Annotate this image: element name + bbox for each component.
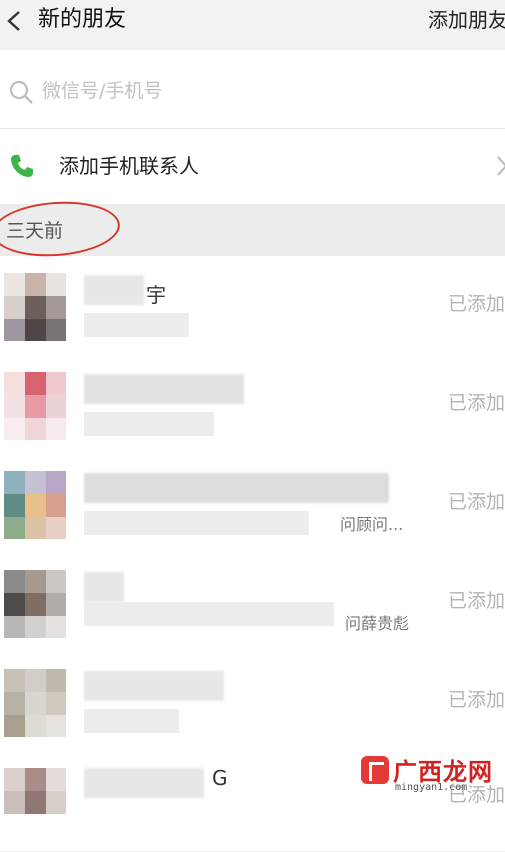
chevron-right-icon — [497, 156, 505, 176]
name-fragment: 宇 — [146, 283, 166, 307]
subtitle-fragment: 问薛贵彪 — [345, 614, 410, 633]
name-blur — [84, 473, 389, 503]
status-added: 已添加 — [447, 392, 505, 414]
section-header: 三天前 — [0, 204, 505, 256]
watermark: 广西龙网 mingyan1.com — [361, 754, 501, 798]
add-phone-contacts-row[interactable]: 添加手机联系人 — [0, 130, 505, 204]
list-item[interactable]: 问薛贵彪 已添加 — [0, 554, 505, 654]
list-item[interactable]: 已添加 — [0, 356, 505, 456]
phone-icon — [11, 155, 33, 177]
search-input[interactable] — [42, 76, 482, 106]
name-fragment: G — [212, 766, 228, 790]
subtitle-fragment: 问顾问... — [340, 515, 404, 534]
subtitle-blur — [84, 412, 214, 436]
watermark-logo-icon — [361, 756, 389, 784]
name-blur — [84, 275, 144, 305]
avatar — [4, 570, 66, 638]
add-phone-contacts-label: 添加手机联系人 — [59, 154, 199, 178]
back-arrow-icon[interactable] — [4, 8, 26, 34]
subtitle-blur — [84, 313, 189, 337]
name-blur — [84, 572, 124, 602]
avatar — [4, 273, 66, 341]
status-added: 已添加 — [447, 293, 505, 315]
top-bar: 新的朋友 添加朋友 — [0, 0, 505, 50]
add-friends-button[interactable]: 添加朋友 — [428, 6, 505, 34]
name-blur — [84, 374, 244, 404]
subtitle-blur — [84, 602, 334, 626]
name-blur — [84, 768, 204, 798]
status-added: 已添加 — [447, 590, 505, 612]
list-item[interactable]: 问顾问... 已添加 — [0, 455, 505, 555]
list-item[interactable]: 已添加 — [0, 653, 505, 753]
name-blur — [84, 671, 224, 701]
search-icon — [9, 80, 33, 104]
page-title: 新的朋友 — [38, 7, 127, 32]
list-item[interactable]: 宇 已添加 — [0, 257, 505, 357]
avatar — [4, 669, 66, 737]
section-label: 三天前 — [6, 220, 64, 242]
status-added: 已添加 — [447, 689, 505, 711]
status-added: 已添加 — [447, 491, 505, 513]
avatar — [4, 372, 66, 440]
search-bar — [0, 50, 505, 129]
avatar — [4, 471, 66, 539]
avatar — [4, 768, 66, 836]
subtitle-blur — [84, 511, 309, 535]
watermark-url: mingyan1.com — [395, 782, 468, 793]
subtitle-blur — [84, 709, 179, 733]
